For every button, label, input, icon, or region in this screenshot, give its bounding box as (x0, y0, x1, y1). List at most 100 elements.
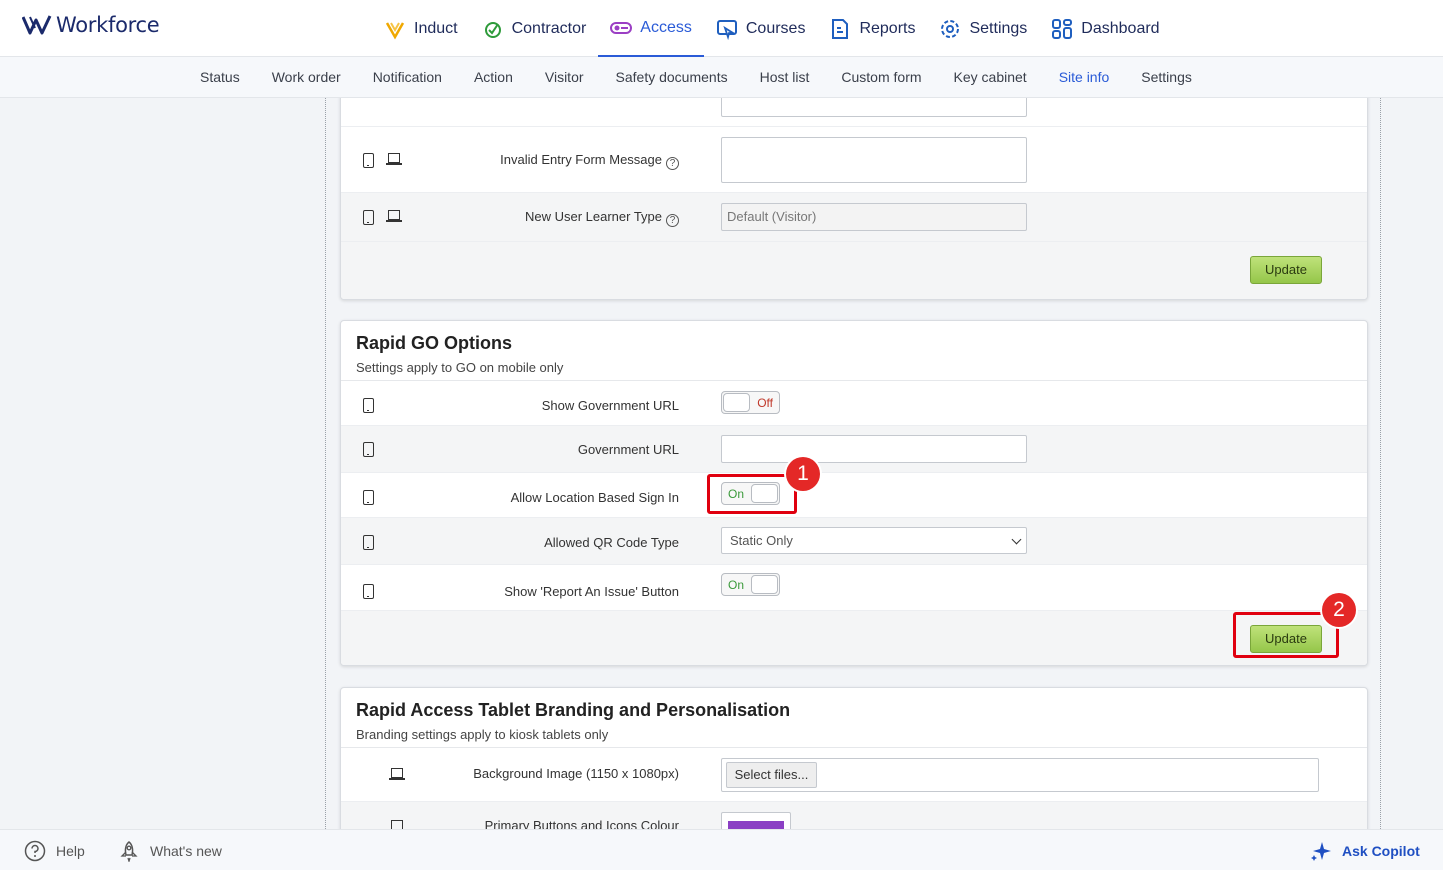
subnav-host-list[interactable]: Host list (744, 57, 826, 98)
subnav-visitor[interactable]: Visitor (529, 57, 600, 98)
invalid-entry-message-input[interactable] (721, 137, 1027, 183)
nav-dashboard-label: Dashboard (1081, 19, 1160, 37)
ask-copilot-label: Ask Copilot (1342, 842, 1420, 859)
annotation-badge-2: 2 (1322, 593, 1356, 627)
nav-induct-label: Induct (414, 19, 458, 37)
subnav-safety-documents[interactable]: Safety documents (600, 57, 744, 98)
allowed-qr-code-type-select[interactable]: Static Only (721, 527, 1027, 554)
nav-contractor-label: Contractor (511, 19, 587, 37)
nav-access[interactable]: Access (598, 0, 704, 57)
ask-copilot-button[interactable]: Ask Copilot (1310, 830, 1420, 870)
footer-bar: Help What's new Ask Copilot (0, 829, 1443, 870)
help-icon[interactable]: ? (666, 157, 679, 170)
reports-icon (832, 18, 849, 39)
highlight-box-1 (707, 474, 797, 514)
chevron-down-icon (1011, 534, 1022, 545)
induct-icon (385, 21, 405, 40)
row-new-user-learner-type: New User Learner Type? Default (Visitor) (341, 193, 1367, 242)
tablet-branding-card: Rapid Access Tablet Branding and Persona… (340, 687, 1368, 829)
row-allow-location-sign-in: Allow Location Based Sign In On (341, 473, 1367, 518)
rocket-icon (120, 840, 138, 862)
mobile-icon (363, 535, 374, 550)
government-url-label: Government URL (577, 442, 679, 457)
report-issue-button-toggle[interactable]: On (721, 573, 780, 596)
nav-contractor[interactable]: Contractor (470, 0, 599, 57)
card-title: Rapid Access Tablet Branding and Persona… (356, 700, 791, 720)
top-nav: Induct Contractor Access Courses Reports… (372, 0, 1172, 57)
nav-induct[interactable]: Induct (372, 0, 470, 57)
nav-settings[interactable]: Settings (927, 0, 1039, 57)
nav-courses-label: Courses (745, 19, 806, 37)
entry-form-card: Invalid Entry Form Message? New User Lea… (340, 98, 1368, 300)
row-government-url: Government URL (341, 426, 1367, 473)
subnav-work-order[interactable]: Work order (256, 57, 357, 98)
card1-footer: Update (341, 242, 1367, 299)
subnav-custom-form[interactable]: Custom form (825, 57, 937, 98)
workforce-logo-icon (22, 15, 52, 35)
row-invalid-entry-message: Invalid Entry Form Message? (341, 127, 1367, 193)
nav-reports-label: Reports (859, 19, 916, 37)
nav-dashboard[interactable]: Dashboard (1039, 0, 1171, 57)
previous-field-input[interactable] (721, 98, 1027, 117)
card-subtitle: Branding settings apply to kiosk tablets… (356, 727, 609, 742)
mobile-icon (363, 442, 374, 457)
row-background-image: Background Image (1150 x 1080px) Select … (341, 748, 1367, 802)
workforce-logo[interactable]: Workforce (22, 13, 160, 37)
mobile-icon (363, 398, 374, 413)
subnav-site-info[interactable]: Site info (1043, 57, 1126, 98)
toggle-state: Off (757, 396, 773, 410)
content-area: Invalid Entry Form Message? New User Lea… (0, 98, 1443, 829)
access-icon (610, 21, 633, 34)
laptop-icon (386, 153, 402, 166)
highlight-box-2 (1233, 612, 1339, 658)
background-image-upload[interactable]: Select files... (721, 758, 1319, 792)
update-button[interactable]: Update (1250, 256, 1322, 284)
allow-location-sign-in-label: Allow Location Based Sign In (510, 490, 679, 505)
nav-access-label: Access (640, 18, 692, 36)
nav-reports[interactable]: Reports (817, 0, 927, 57)
colour-swatch (728, 821, 784, 829)
laptop-icon (389, 820, 405, 829)
select-files-button[interactable]: Select files... (726, 762, 817, 788)
new-user-learner-type-label: New User Learner Type (524, 209, 662, 224)
mobile-icon (363, 210, 374, 225)
card-title: Rapid GO Options (356, 333, 512, 353)
courses-icon (716, 19, 737, 40)
help-circle-icon (24, 840, 46, 861)
invalid-entry-message-label: Invalid Entry Form Message (500, 152, 662, 167)
help-icon[interactable]: ? (666, 214, 679, 227)
sub-nav: Status Work order Notification Action Vi… (0, 57, 1443, 98)
laptop-icon (389, 768, 405, 781)
help-link[interactable]: Help (24, 830, 85, 870)
row-previous-field (341, 98, 1367, 127)
dashboard-icon (1052, 18, 1073, 39)
subnav-key-cabinet[interactable]: Key cabinet (938, 57, 1043, 98)
nav-settings-label: Settings (969, 19, 1028, 37)
mobile-icon (363, 153, 374, 168)
annotation-badge-1: 1 (786, 457, 820, 491)
nav-courses[interactable]: Courses (704, 0, 818, 57)
background-image-label: Background Image (1150 x 1080px) (473, 766, 679, 781)
help-label: Help (56, 842, 85, 859)
new-user-learner-type-input[interactable]: Default (Visitor) (721, 203, 1027, 231)
show-government-url-label: Show Government URL (541, 398, 679, 413)
subnav-action[interactable]: Action (458, 57, 529, 98)
sparkle-icon (1311, 841, 1331, 861)
contractor-icon (484, 21, 501, 38)
primary-colour-picker[interactable] (721, 812, 791, 829)
toggle-state: On (728, 578, 745, 592)
government-url-input[interactable] (721, 435, 1027, 463)
whats-new-label: What's new (150, 842, 222, 859)
primary-colour-label: Primary Buttons and Icons Colour (484, 818, 679, 829)
subnav-settings[interactable]: Settings (1125, 57, 1208, 98)
settings-icon (941, 19, 960, 38)
subnav-status[interactable]: Status (184, 57, 256, 98)
report-issue-button-label: Show 'Report An Issue' Button (504, 584, 679, 599)
row-show-government-url: Show Government URL Off (341, 381, 1367, 426)
subnav-notification[interactable]: Notification (357, 57, 458, 98)
row-allowed-qr-code-type: Allowed QR Code Type Static Only (341, 518, 1367, 565)
show-government-url-toggle[interactable]: Off (721, 391, 780, 414)
whats-new-link[interactable]: What's new (118, 830, 222, 870)
mobile-icon (363, 584, 374, 599)
allowed-qr-code-type-label: Allowed QR Code Type (544, 535, 679, 550)
